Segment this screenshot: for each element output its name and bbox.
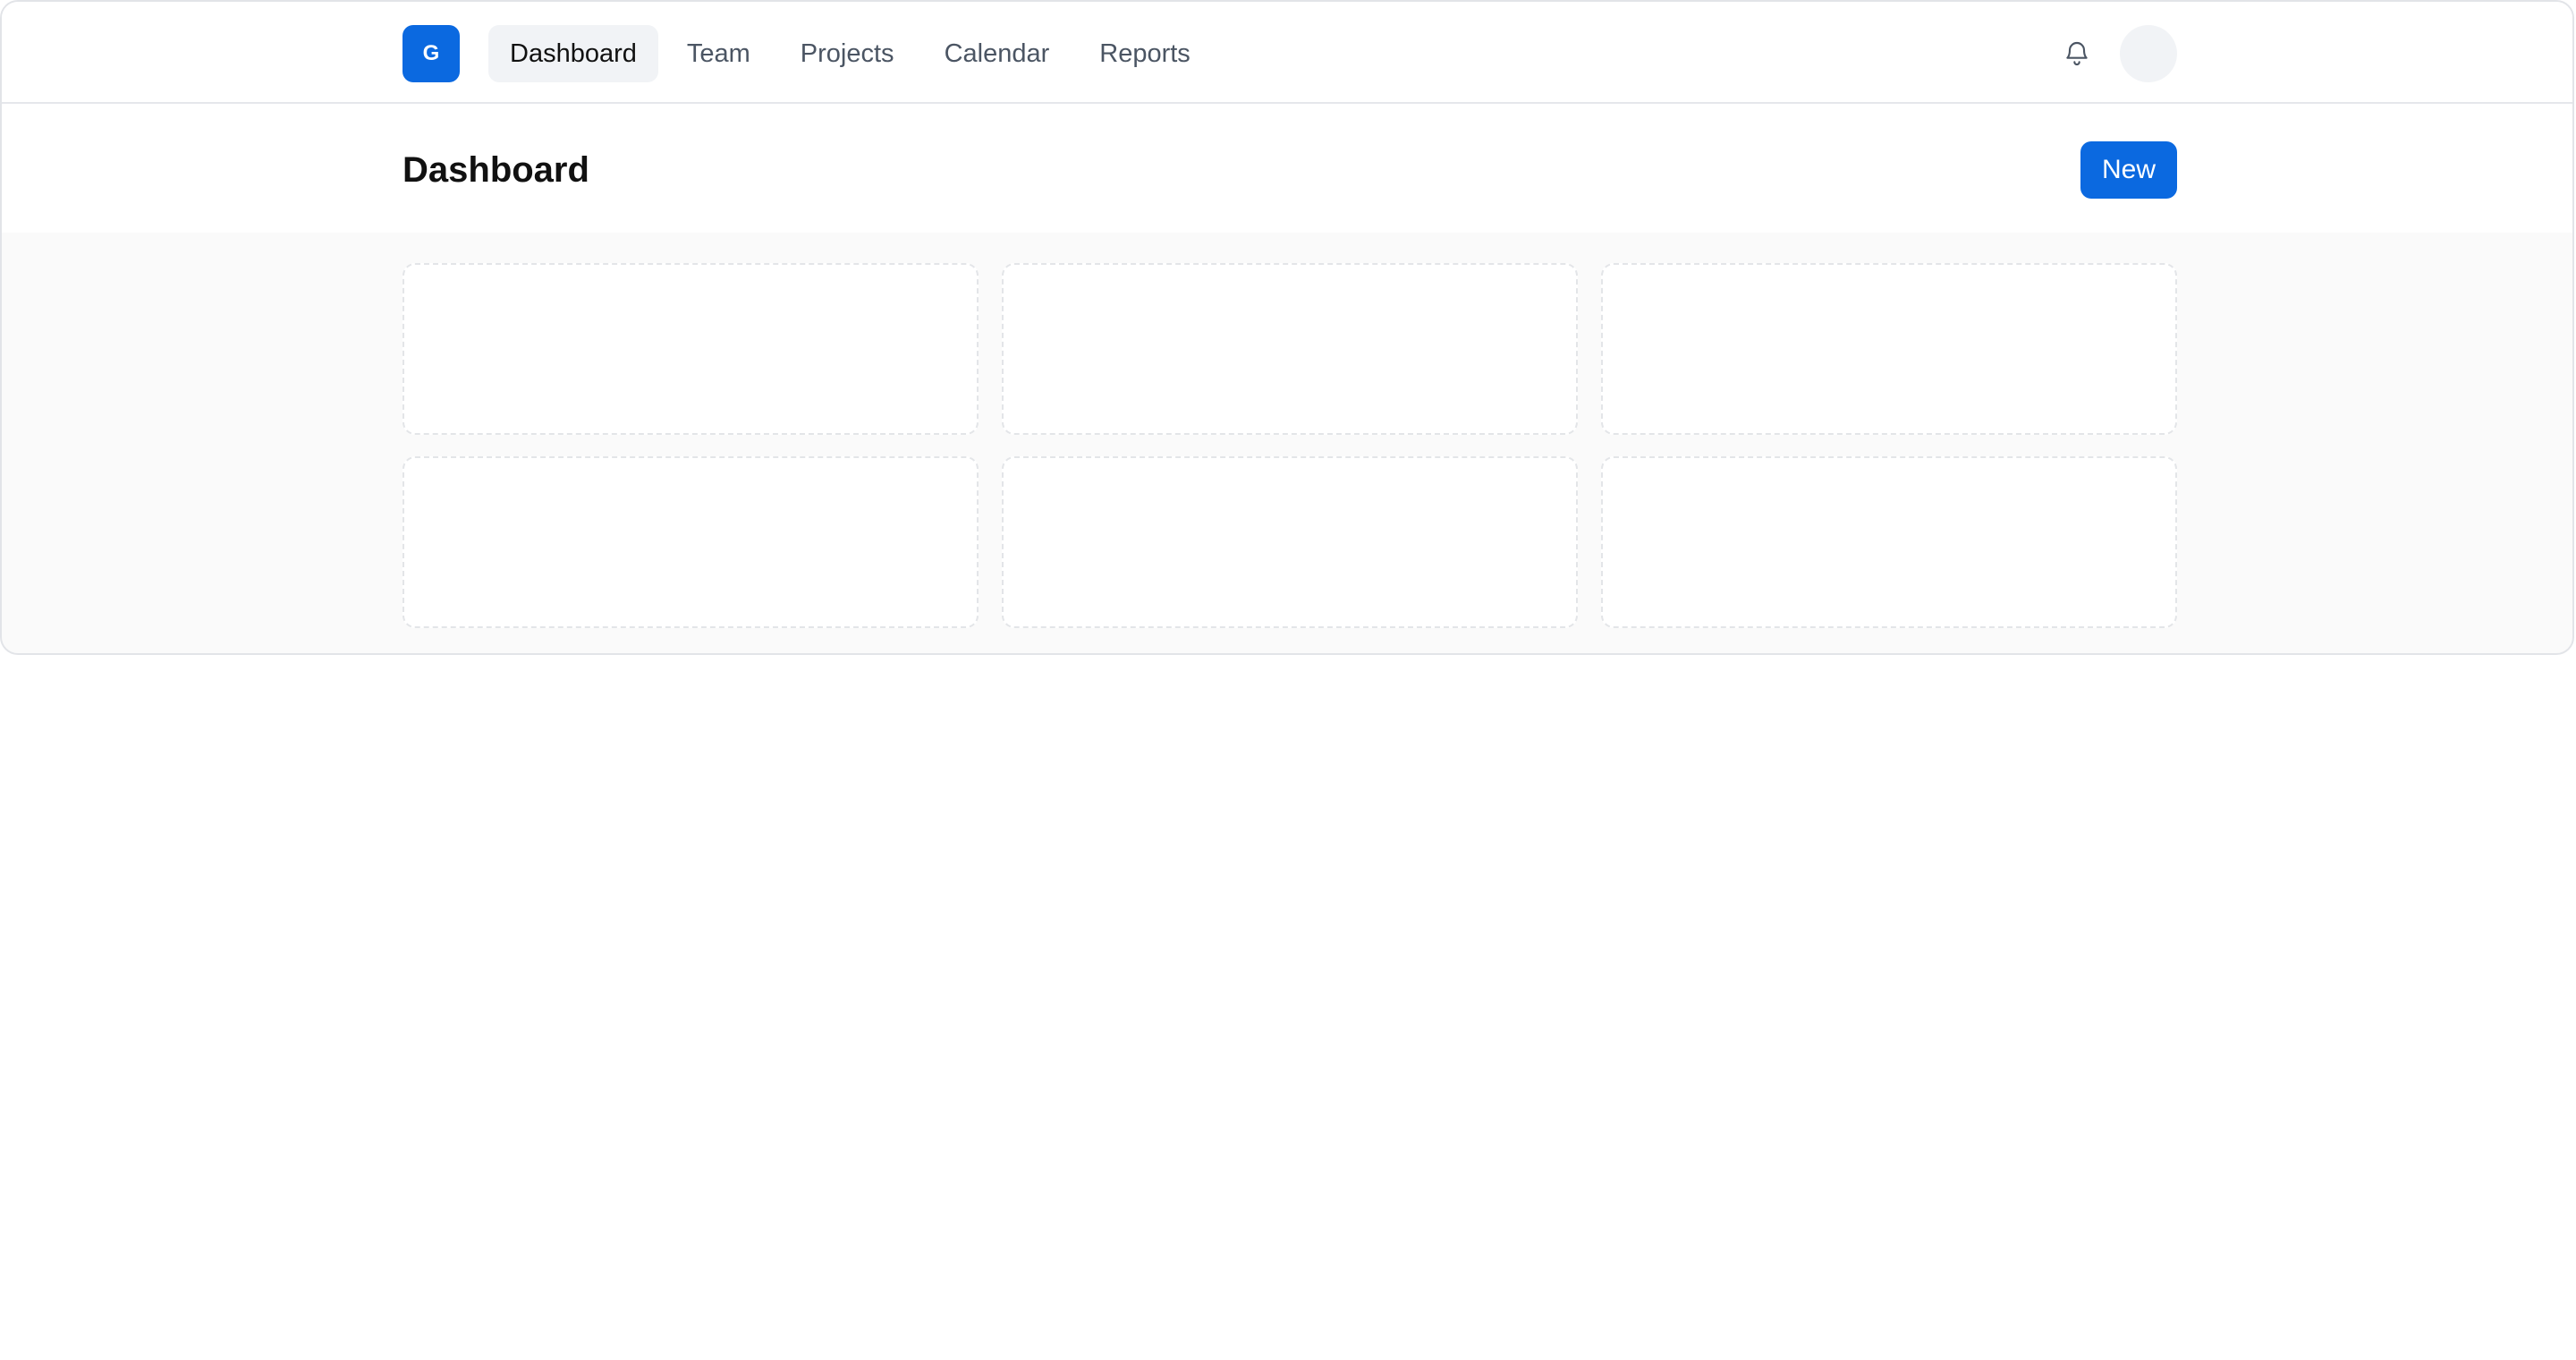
- new-button[interactable]: New: [2080, 141, 2177, 199]
- page-header: Dashboard New: [2, 104, 2572, 233]
- nav-item-projects[interactable]: Projects: [779, 25, 916, 82]
- placeholder-card: [402, 456, 979, 628]
- card-grid: [402, 263, 2177, 628]
- app-window: G Dashboard Team Projects Calendar Repor…: [0, 0, 2574, 655]
- placeholder-card: [1601, 263, 2177, 435]
- nav-item-reports[interactable]: Reports: [1078, 25, 1212, 82]
- nav-item-team[interactable]: Team: [665, 25, 772, 82]
- placeholder-card: [402, 263, 979, 435]
- page-title: Dashboard: [402, 150, 589, 190]
- placeholder-card: [1002, 456, 1578, 628]
- nav-item-dashboard[interactable]: Dashboard: [488, 25, 658, 82]
- user-avatar[interactable]: [2120, 25, 2177, 82]
- main-nav: Dashboard Team Projects Calendar Reports: [488, 25, 1212, 82]
- app-logo[interactable]: G: [402, 25, 460, 82]
- placeholder-card: [1601, 456, 2177, 628]
- bell-icon: [2066, 42, 2088, 65]
- placeholder-card: [1002, 263, 1578, 435]
- top-navbar: G Dashboard Team Projects Calendar Repor…: [2, 2, 2572, 104]
- nav-item-calendar[interactable]: Calendar: [923, 25, 1072, 82]
- notifications-button[interactable]: [2059, 36, 2095, 72]
